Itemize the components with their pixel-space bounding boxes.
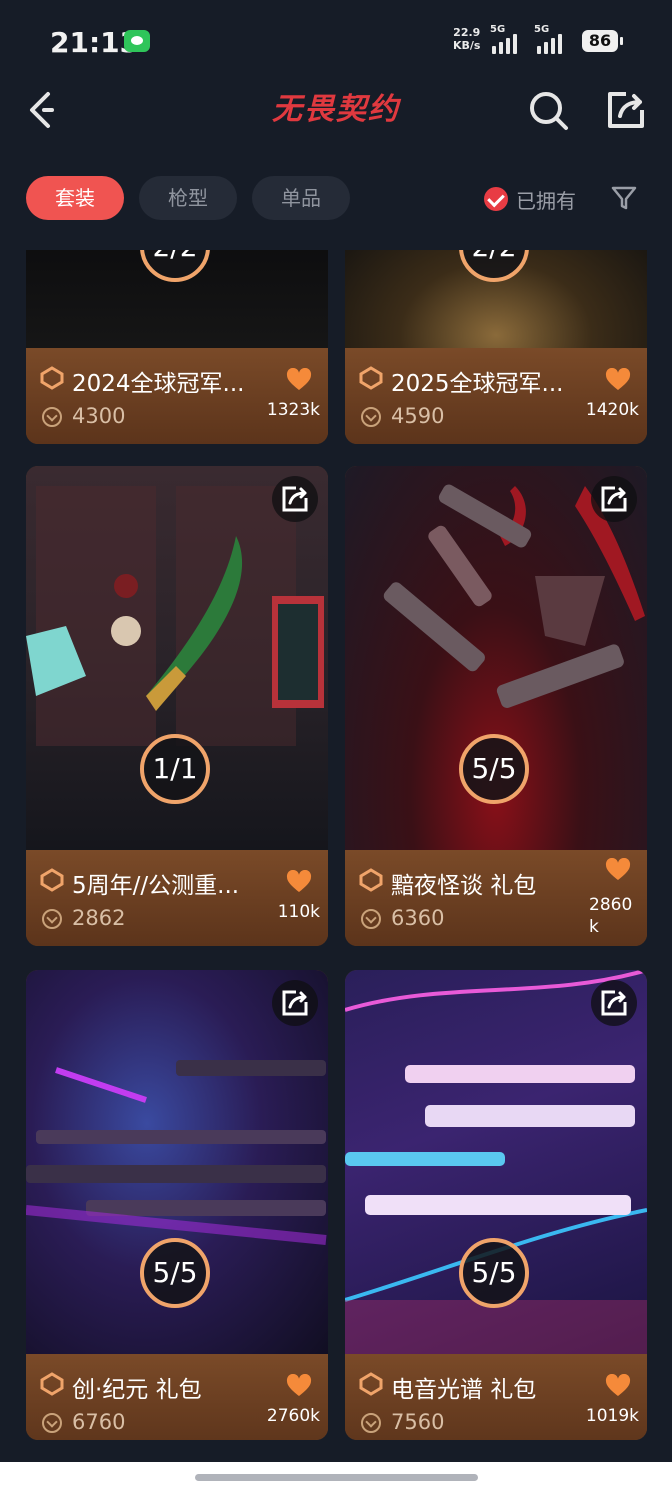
- tab-single-items[interactable]: 单品: [252, 176, 350, 220]
- currency-icon: [361, 909, 381, 929]
- bundle-card[interactable]: 1/1 5周年//公测重... 2862 110k: [26, 466, 328, 946]
- back-arrow-icon[interactable]: [24, 88, 64, 132]
- bundle-card[interactable]: 5/5 电音光谱 礼包 7560 1019k: [345, 970, 647, 1440]
- share-icon: [282, 486, 308, 512]
- tier-emblem-icon: [40, 366, 64, 390]
- owned-count-badge: 5/5: [459, 1238, 529, 1308]
- owned-count-badge: 5/5: [140, 1238, 210, 1308]
- share-icon: [601, 990, 627, 1016]
- bundle-price: 4300: [72, 404, 126, 428]
- owned-filter-toggle[interactable]: 已拥有: [484, 186, 576, 213]
- tier-emblem-icon: [40, 868, 64, 892]
- like-count: 2860k: [589, 895, 633, 937]
- currency-icon: [361, 407, 381, 427]
- share-button[interactable]: [591, 476, 637, 522]
- bundle-price: 2862: [72, 906, 126, 930]
- owned-count-badge: 1/1: [140, 734, 210, 804]
- bundle-name: 2025全球冠军...: [391, 371, 564, 397]
- like-count: 1323k: [266, 400, 320, 420]
- tier-emblem-icon: [40, 1372, 64, 1396]
- like-count: 1019k: [585, 1406, 639, 1426]
- message-notification-icon: [124, 30, 150, 52]
- network-speed-unit: KB/s: [453, 39, 481, 52]
- bundle-info: 5周年//公测重... 2862 110k: [26, 850, 328, 946]
- bundle-card[interactable]: 5/5 创·纪元 礼包 6760 2760k: [26, 970, 328, 1440]
- home-indicator[interactable]: [195, 1474, 478, 1481]
- bundle-price: 6360: [391, 906, 445, 930]
- bundle-info: 黯夜怪谈 礼包 6360 2860k: [345, 850, 647, 946]
- tier-emblem-icon: [359, 1372, 383, 1396]
- like-count: 1420k: [585, 400, 639, 420]
- bundle-name: 创·纪元 礼包: [72, 1377, 202, 1403]
- signal-2-icon: [537, 32, 562, 54]
- tier-emblem-icon: [359, 366, 383, 390]
- bundle-card[interactable]: 2/2 2024全球冠军... 4300 1323k: [26, 250, 328, 444]
- currency-icon: [361, 1413, 381, 1433]
- signal-1-icon: [492, 32, 517, 54]
- bundle-name: 黯夜怪谈 礼包: [391, 873, 537, 899]
- search-icon[interactable]: [526, 88, 570, 132]
- share-icon[interactable]: [604, 88, 648, 132]
- owned-count-badge: 5/5: [459, 734, 529, 804]
- share-icon: [282, 990, 308, 1016]
- currency-icon: [42, 909, 62, 929]
- owned-filter-label: 已拥有: [516, 188, 576, 213]
- checked-icon: [484, 187, 508, 211]
- bundle-name: 5周年//公测重...: [72, 873, 240, 899]
- like-count: 110k: [277, 902, 320, 922]
- heart-icon[interactable]: [605, 368, 631, 392]
- bundle-card[interactable]: 5/5 黯夜怪谈 礼包 6360 2860k: [345, 466, 647, 946]
- bundle-price: 6760: [72, 1410, 126, 1434]
- network-speed: 22.9 KB/s: [453, 26, 480, 52]
- page-title: 无畏契约: [272, 92, 400, 127]
- like-count: 2760k: [266, 1406, 320, 1426]
- battery-icon: 86: [582, 30, 623, 52]
- bundle-card[interactable]: 2/2 2025全球冠军... 4590 1420k: [345, 250, 647, 444]
- heart-icon[interactable]: [286, 870, 312, 894]
- bundle-grid: 2/2 2024全球冠军... 4300 1323k 2/2 2025全球冠军.…: [0, 250, 672, 1462]
- currency-icon: [42, 1413, 62, 1433]
- bundle-name: 电音光谱 礼包: [391, 1377, 537, 1403]
- tab-bundles[interactable]: 套装: [26, 176, 124, 220]
- share-button[interactable]: [591, 980, 637, 1026]
- network-speed-value: 22.9: [453, 26, 481, 39]
- share-button[interactable]: [272, 980, 318, 1026]
- bundle-info: 2024全球冠军... 4300 1323k: [26, 348, 328, 444]
- app-header: 无畏契约: [0, 80, 672, 144]
- bundle-info: 电音光谱 礼包 7560 1019k: [345, 1354, 647, 1440]
- category-tabs: 套装 枪型 单品 已拥有: [0, 176, 672, 222]
- share-button[interactable]: [272, 476, 318, 522]
- filter-icon[interactable]: [610, 184, 638, 212]
- status-bar: 21:13 22.9 KB/s 5G 5G 86: [0, 0, 672, 80]
- currency-icon: [42, 407, 62, 427]
- tab-weapon-types[interactable]: 枪型: [139, 176, 237, 220]
- heart-icon[interactable]: [286, 368, 312, 392]
- bundle-name: 2024全球冠军...: [72, 371, 245, 397]
- bundle-price: 4590: [391, 404, 445, 428]
- share-icon: [601, 486, 627, 512]
- heart-icon[interactable]: [605, 858, 631, 882]
- heart-icon[interactable]: [286, 1374, 312, 1398]
- bundle-price: 7560: [391, 1410, 445, 1434]
- tier-emblem-icon: [359, 868, 383, 892]
- bundle-info: 2025全球冠军... 4590 1420k: [345, 348, 647, 444]
- heart-icon[interactable]: [605, 1374, 631, 1398]
- bundle-info: 创·纪元 礼包 6760 2760k: [26, 1354, 328, 1440]
